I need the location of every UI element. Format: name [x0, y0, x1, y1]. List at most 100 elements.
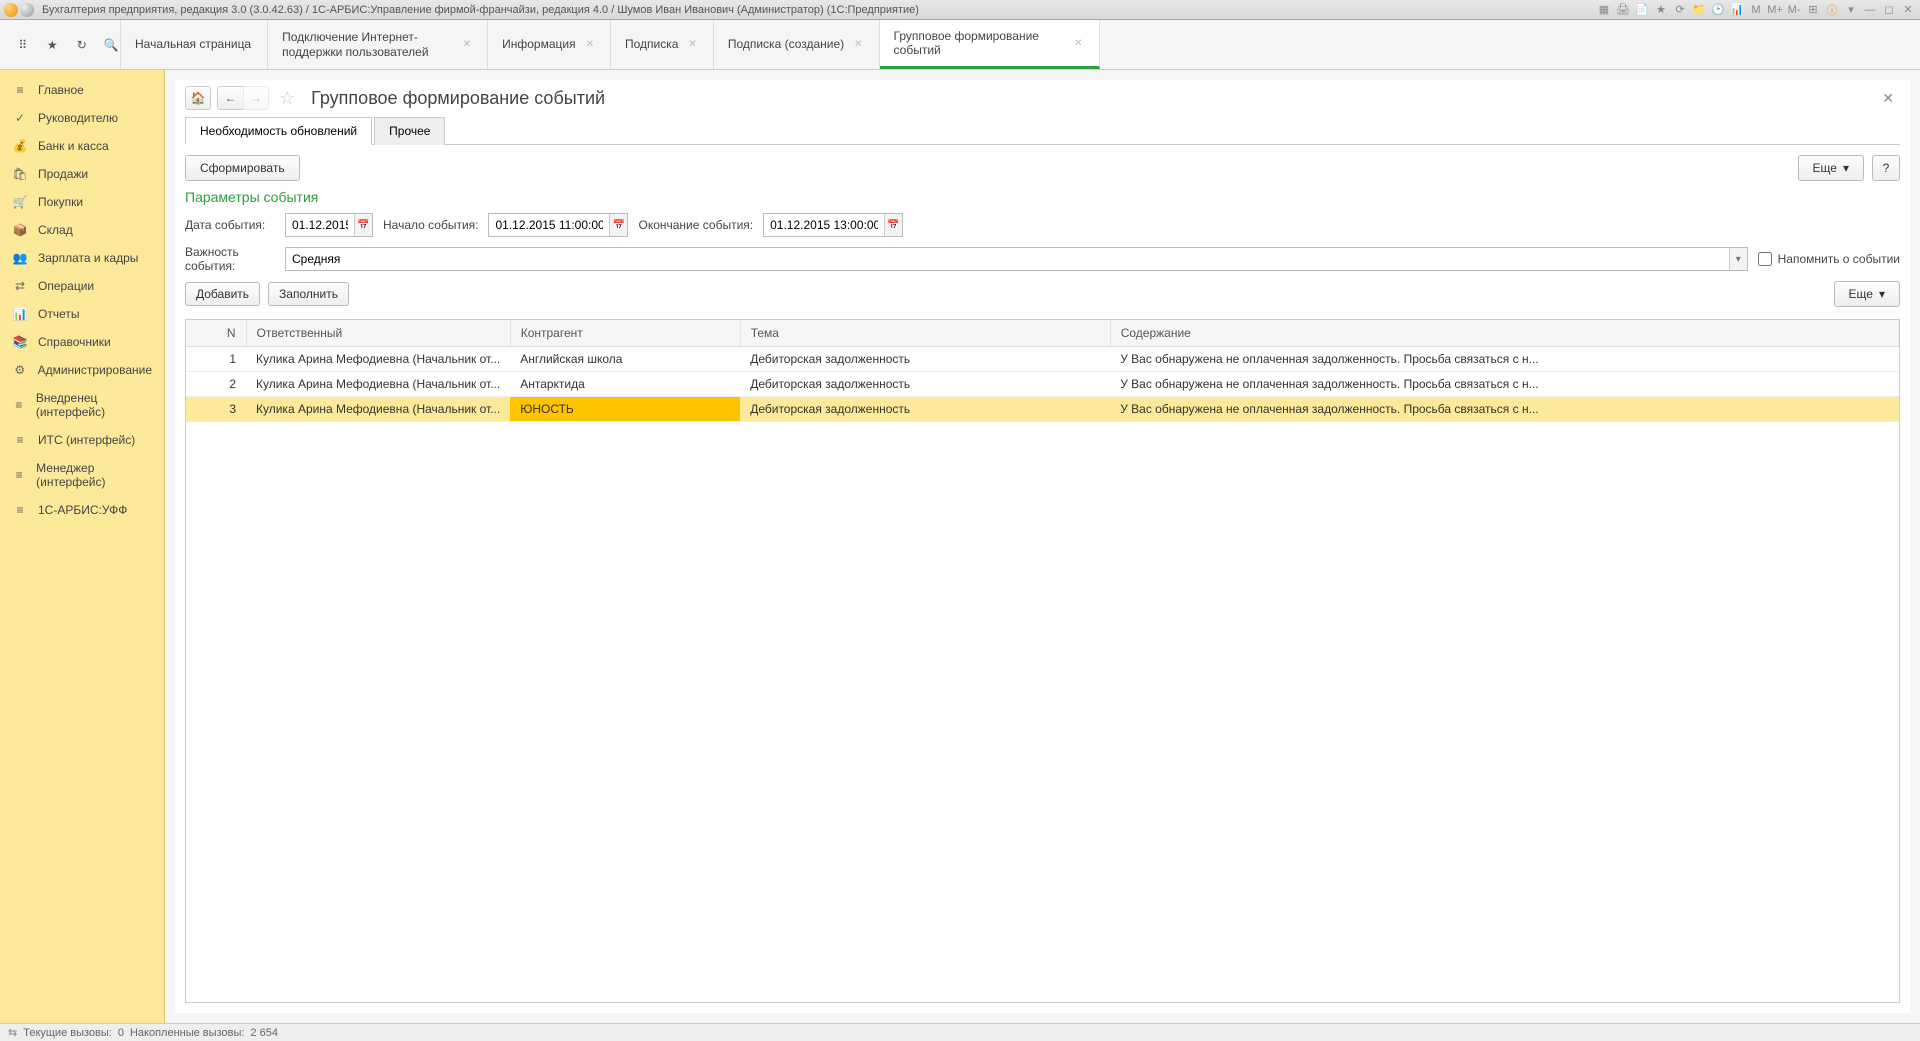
sidebar-item[interactable]: 📚Справочники: [0, 328, 164, 356]
fill-button[interactable]: Заполнить: [268, 282, 349, 306]
table-cell[interactable]: Дебиторская задолженность: [740, 397, 1110, 422]
history-icon[interactable]: ↻: [73, 35, 91, 55]
start-input[interactable]: [489, 214, 609, 236]
help-button[interactable]: ?: [1872, 155, 1900, 181]
sidebar-item[interactable]: 🛒Покупки: [0, 188, 164, 216]
sidebar-item[interactable]: 📦Склад: [0, 216, 164, 244]
table-cell[interactable]: Кулика Арина Мефодиевна (Начальник от...: [246, 372, 510, 397]
importance-field[interactable]: ▾: [285, 247, 1748, 271]
table-cell[interactable]: Дебиторская задолженность: [740, 347, 1110, 372]
table-cell[interactable]: Английская школа: [510, 347, 740, 372]
search-icon[interactable]: 🔍: [103, 35, 121, 55]
sidebar-label: Покупки: [38, 195, 83, 209]
col-topic-header[interactable]: Тема: [740, 320, 1110, 347]
apps-icon[interactable]: ⠿: [14, 35, 32, 55]
top-toolbar: ⠿ ★ ↻ 🔍 Начальная страницаПодключение Ин…: [0, 20, 1920, 70]
star-icon[interactable]: ★: [44, 35, 62, 55]
generate-button[interactable]: Сформировать: [185, 155, 300, 181]
sidebar-item[interactable]: ≡Главное: [0, 76, 164, 104]
calendar-icon-3[interactable]: 📅: [884, 214, 902, 236]
sidebar-item[interactable]: ≡1С-АРБИС:УФФ: [0, 496, 164, 524]
page-close-icon[interactable]: ✕: [1876, 90, 1900, 107]
event-date-input[interactable]: [286, 214, 354, 236]
dropdown-icon[interactable]: ▾: [1729, 248, 1747, 270]
col-content-header[interactable]: Содержание: [1110, 320, 1898, 347]
back-button[interactable]: ←: [217, 86, 243, 110]
table-cell[interactable]: 1: [186, 347, 246, 372]
sidebar-item[interactable]: 📊Отчеты: [0, 300, 164, 328]
tb-icon-7[interactable]: 🕑: [1710, 2, 1726, 18]
table-cell[interactable]: У Вас обнаружена не оплаченная задолженн…: [1110, 347, 1898, 372]
sidebar-item[interactable]: 👥Зарплата и кадры: [0, 244, 164, 272]
m-minus-icon[interactable]: M-: [1786, 2, 1802, 18]
document-tab[interactable]: Групповое формирование событий✕: [880, 20, 1100, 69]
table-cell[interactable]: У Вас обнаружена не оплаченная задолженн…: [1110, 397, 1898, 422]
home-button[interactable]: 🏠: [185, 86, 211, 110]
tb-icon-5[interactable]: ⟳: [1672, 2, 1688, 18]
col-n-header[interactable]: N: [186, 320, 246, 347]
tab-close-icon[interactable]: ✕: [688, 39, 696, 50]
sidebar-item[interactable]: 🛍Продажи: [0, 160, 164, 188]
sidebar-item[interactable]: ≡ИТС (интерфейс): [0, 426, 164, 454]
end-input[interactable]: [764, 214, 884, 236]
forward-button[interactable]: →: [243, 86, 269, 110]
sidebar-item[interactable]: ⚙Администрирование: [0, 356, 164, 384]
end-field[interactable]: 📅: [763, 213, 903, 237]
info-dropdown-icon[interactable]: ▾: [1843, 2, 1859, 18]
table-cell[interactable]: 2: [186, 372, 246, 397]
document-tab[interactable]: Начальная страница: [120, 20, 268, 69]
tb-icon-3[interactable]: 📄: [1634, 2, 1650, 18]
favorite-icon[interactable]: ☆: [279, 88, 295, 109]
table-row[interactable]: 2Кулика Арина Мефодиевна (Начальник от..…: [186, 372, 1899, 397]
table-cell[interactable]: Антарктида: [510, 372, 740, 397]
tb-icon-4[interactable]: ★: [1653, 2, 1669, 18]
calendar-icon[interactable]: 📅: [354, 214, 372, 236]
event-date-field[interactable]: 📅: [285, 213, 373, 237]
form-tab[interactable]: Прочее: [374, 117, 445, 145]
tb-icon-1[interactable]: ▦: [1596, 2, 1612, 18]
start-field[interactable]: 📅: [488, 213, 628, 237]
table-cell[interactable]: У Вас обнаружена не оплаченная задолженн…: [1110, 372, 1898, 397]
table-row[interactable]: 1Кулика Арина Мефодиевна (Начальник от..…: [186, 347, 1899, 372]
sidebar-item[interactable]: ⇄Операции: [0, 272, 164, 300]
col-contr-header[interactable]: Контрагент: [510, 320, 740, 347]
col-resp-header[interactable]: Ответственный: [246, 320, 510, 347]
add-button[interactable]: Добавить: [185, 282, 260, 306]
tab-close-icon[interactable]: ✕: [854, 39, 862, 50]
sidebar-item[interactable]: 💰Банк и касса: [0, 132, 164, 160]
tab-close-icon[interactable]: ✕: [586, 39, 594, 50]
more-button-1[interactable]: Еще▾: [1798, 155, 1864, 181]
document-tab[interactable]: Подключение Интернет-поддержки пользоват…: [268, 20, 488, 69]
m-icon[interactable]: M: [1748, 2, 1764, 18]
table-row[interactable]: 3Кулика Арина Мефодиевна (Начальник от..…: [186, 397, 1899, 422]
calendar-icon-2[interactable]: 📅: [609, 214, 627, 236]
importance-input[interactable]: [286, 248, 1729, 270]
table-cell[interactable]: Дебиторская задолженность: [740, 372, 1110, 397]
sidebar-item[interactable]: ≡Внедренец (интерфейс): [0, 384, 164, 426]
tb-icon-8[interactable]: 📊: [1729, 2, 1745, 18]
table-cell[interactable]: 3: [186, 397, 246, 422]
m-plus-icon[interactable]: M+: [1767, 2, 1783, 18]
table-cell[interactable]: Кулика Арина Мефодиевна (Начальник от...: [246, 347, 510, 372]
form-tab[interactable]: Необходимость обновлений: [185, 117, 372, 145]
tb-icon-6[interactable]: 📁: [1691, 2, 1707, 18]
sidebar-item[interactable]: ≡Менеджер (интерфейс): [0, 454, 164, 496]
more-button-2[interactable]: Еще▾: [1834, 281, 1900, 307]
dropdown-icon[interactable]: [20, 3, 34, 17]
window-icon[interactable]: ⊞: [1805, 2, 1821, 18]
tb-icon-2[interactable]: 🖨: [1615, 2, 1631, 18]
document-tab[interactable]: Информация✕: [488, 20, 611, 69]
maximize-icon[interactable]: ◻: [1881, 2, 1897, 18]
remind-checkbox[interactable]: [1758, 252, 1772, 266]
sidebar-item[interactable]: ✓Руководителю: [0, 104, 164, 132]
close-icon[interactable]: ✕: [1900, 2, 1916, 18]
table-cell[interactable]: ЮНОСТЬ: [510, 397, 740, 422]
document-tab[interactable]: Подписка✕: [611, 20, 714, 69]
tab-close-icon[interactable]: ✕: [463, 39, 471, 50]
document-tab[interactable]: Подписка (создание)✕: [714, 20, 880, 69]
tab-close-icon[interactable]: ✕: [1074, 38, 1082, 49]
minimize-icon[interactable]: —: [1862, 2, 1878, 18]
info-icon[interactable]: ⓘ: [1824, 2, 1840, 18]
table-cell[interactable]: Кулика Арина Мефодиевна (Начальник от...: [246, 397, 510, 422]
chevron-down-icon: ▾: [1843, 161, 1849, 175]
